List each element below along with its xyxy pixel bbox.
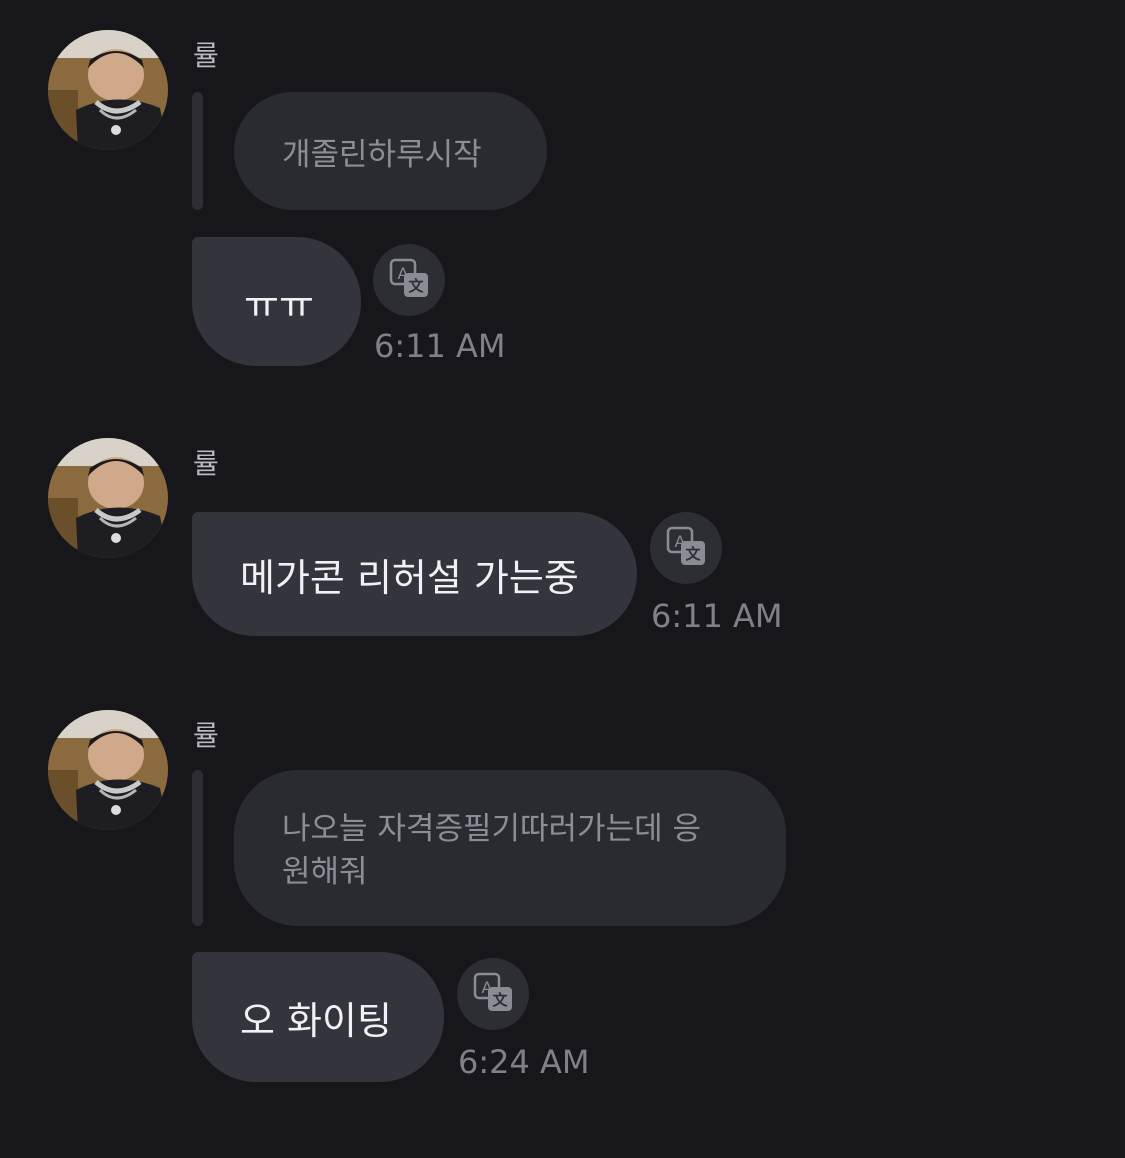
svg-text:文: 文 bbox=[408, 277, 424, 295]
avatar[interactable] bbox=[48, 30, 168, 150]
quoted-message-text: 나오늘 자격증필기따러가는데 응 bbox=[282, 811, 701, 847]
svg-text:文: 文 bbox=[492, 991, 508, 1009]
message-text: 오 화이팅 bbox=[240, 998, 392, 1043]
quoted-message-text: 원해줘 bbox=[282, 854, 368, 890]
message-bubble[interactable]: 메가콘 리허설 가는중 bbox=[192, 512, 637, 636]
quoted-message[interactable]: 나오늘 자격증필기따러가는데 응 원해줘 bbox=[234, 770, 786, 926]
reply-indicator-bar bbox=[192, 770, 203, 926]
translate-button[interactable]: A 文 bbox=[373, 244, 445, 316]
avatar[interactable] bbox=[48, 438, 168, 558]
translate-button[interactable]: A 文 bbox=[650, 512, 722, 584]
translate-icon: A 文 bbox=[389, 258, 428, 297]
translate-icon: A 文 bbox=[473, 972, 512, 1011]
sender-name: 률 bbox=[193, 39, 219, 72]
svg-text:文: 文 bbox=[685, 545, 701, 563]
message-timestamp: 6:24 AM bbox=[458, 1043, 590, 1081]
translate-button[interactable]: A 文 bbox=[457, 958, 529, 1030]
message-text: ㅠㅠ bbox=[244, 283, 314, 327]
message-bubble[interactable]: ㅠㅠ bbox=[192, 237, 361, 366]
message-timestamp: 6:11 AM bbox=[651, 597, 783, 635]
sender-name: 률 bbox=[193, 719, 219, 752]
quoted-message-text: 개졸린하루시작 bbox=[282, 137, 482, 173]
message-text: 메가콘 리허설 가는중 bbox=[240, 555, 579, 600]
message-timestamp: 6:11 AM bbox=[374, 327, 506, 365]
avatar[interactable] bbox=[48, 710, 168, 830]
message-bubble[interactable]: 오 화이팅 bbox=[192, 952, 444, 1082]
quoted-message[interactable]: 개졸린하루시작 bbox=[234, 92, 547, 210]
reply-indicator-bar bbox=[192, 92, 203, 210]
translate-icon: A 文 bbox=[666, 526, 705, 565]
sender-name: 률 bbox=[193, 447, 219, 480]
